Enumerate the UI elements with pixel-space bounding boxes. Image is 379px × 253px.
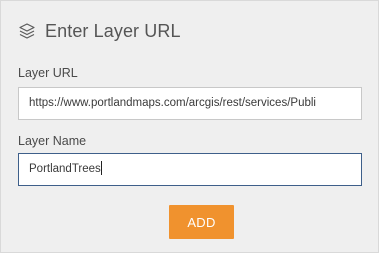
layer-name-value: PortlandTrees — [29, 163, 101, 175]
panel-title: Enter Layer URL — [45, 20, 181, 41]
layer-name-input[interactable]: PortlandTrees — [18, 153, 362, 186]
layer-url-label: Layer URL — [18, 66, 78, 80]
add-button[interactable]: ADD — [169, 205, 234, 239]
text-caret — [100, 160, 102, 175]
panel-header: Enter Layer URL — [18, 19, 181, 43]
layer-name-label: Layer Name — [18, 134, 87, 148]
layer-url-input[interactable]: https://www.portlandmaps.com/arcgis/rest… — [18, 87, 362, 120]
layers-icon — [18, 22, 36, 40]
enter-layer-url-panel: Enter Layer URL Layer URL https://www.po… — [0, 0, 379, 253]
